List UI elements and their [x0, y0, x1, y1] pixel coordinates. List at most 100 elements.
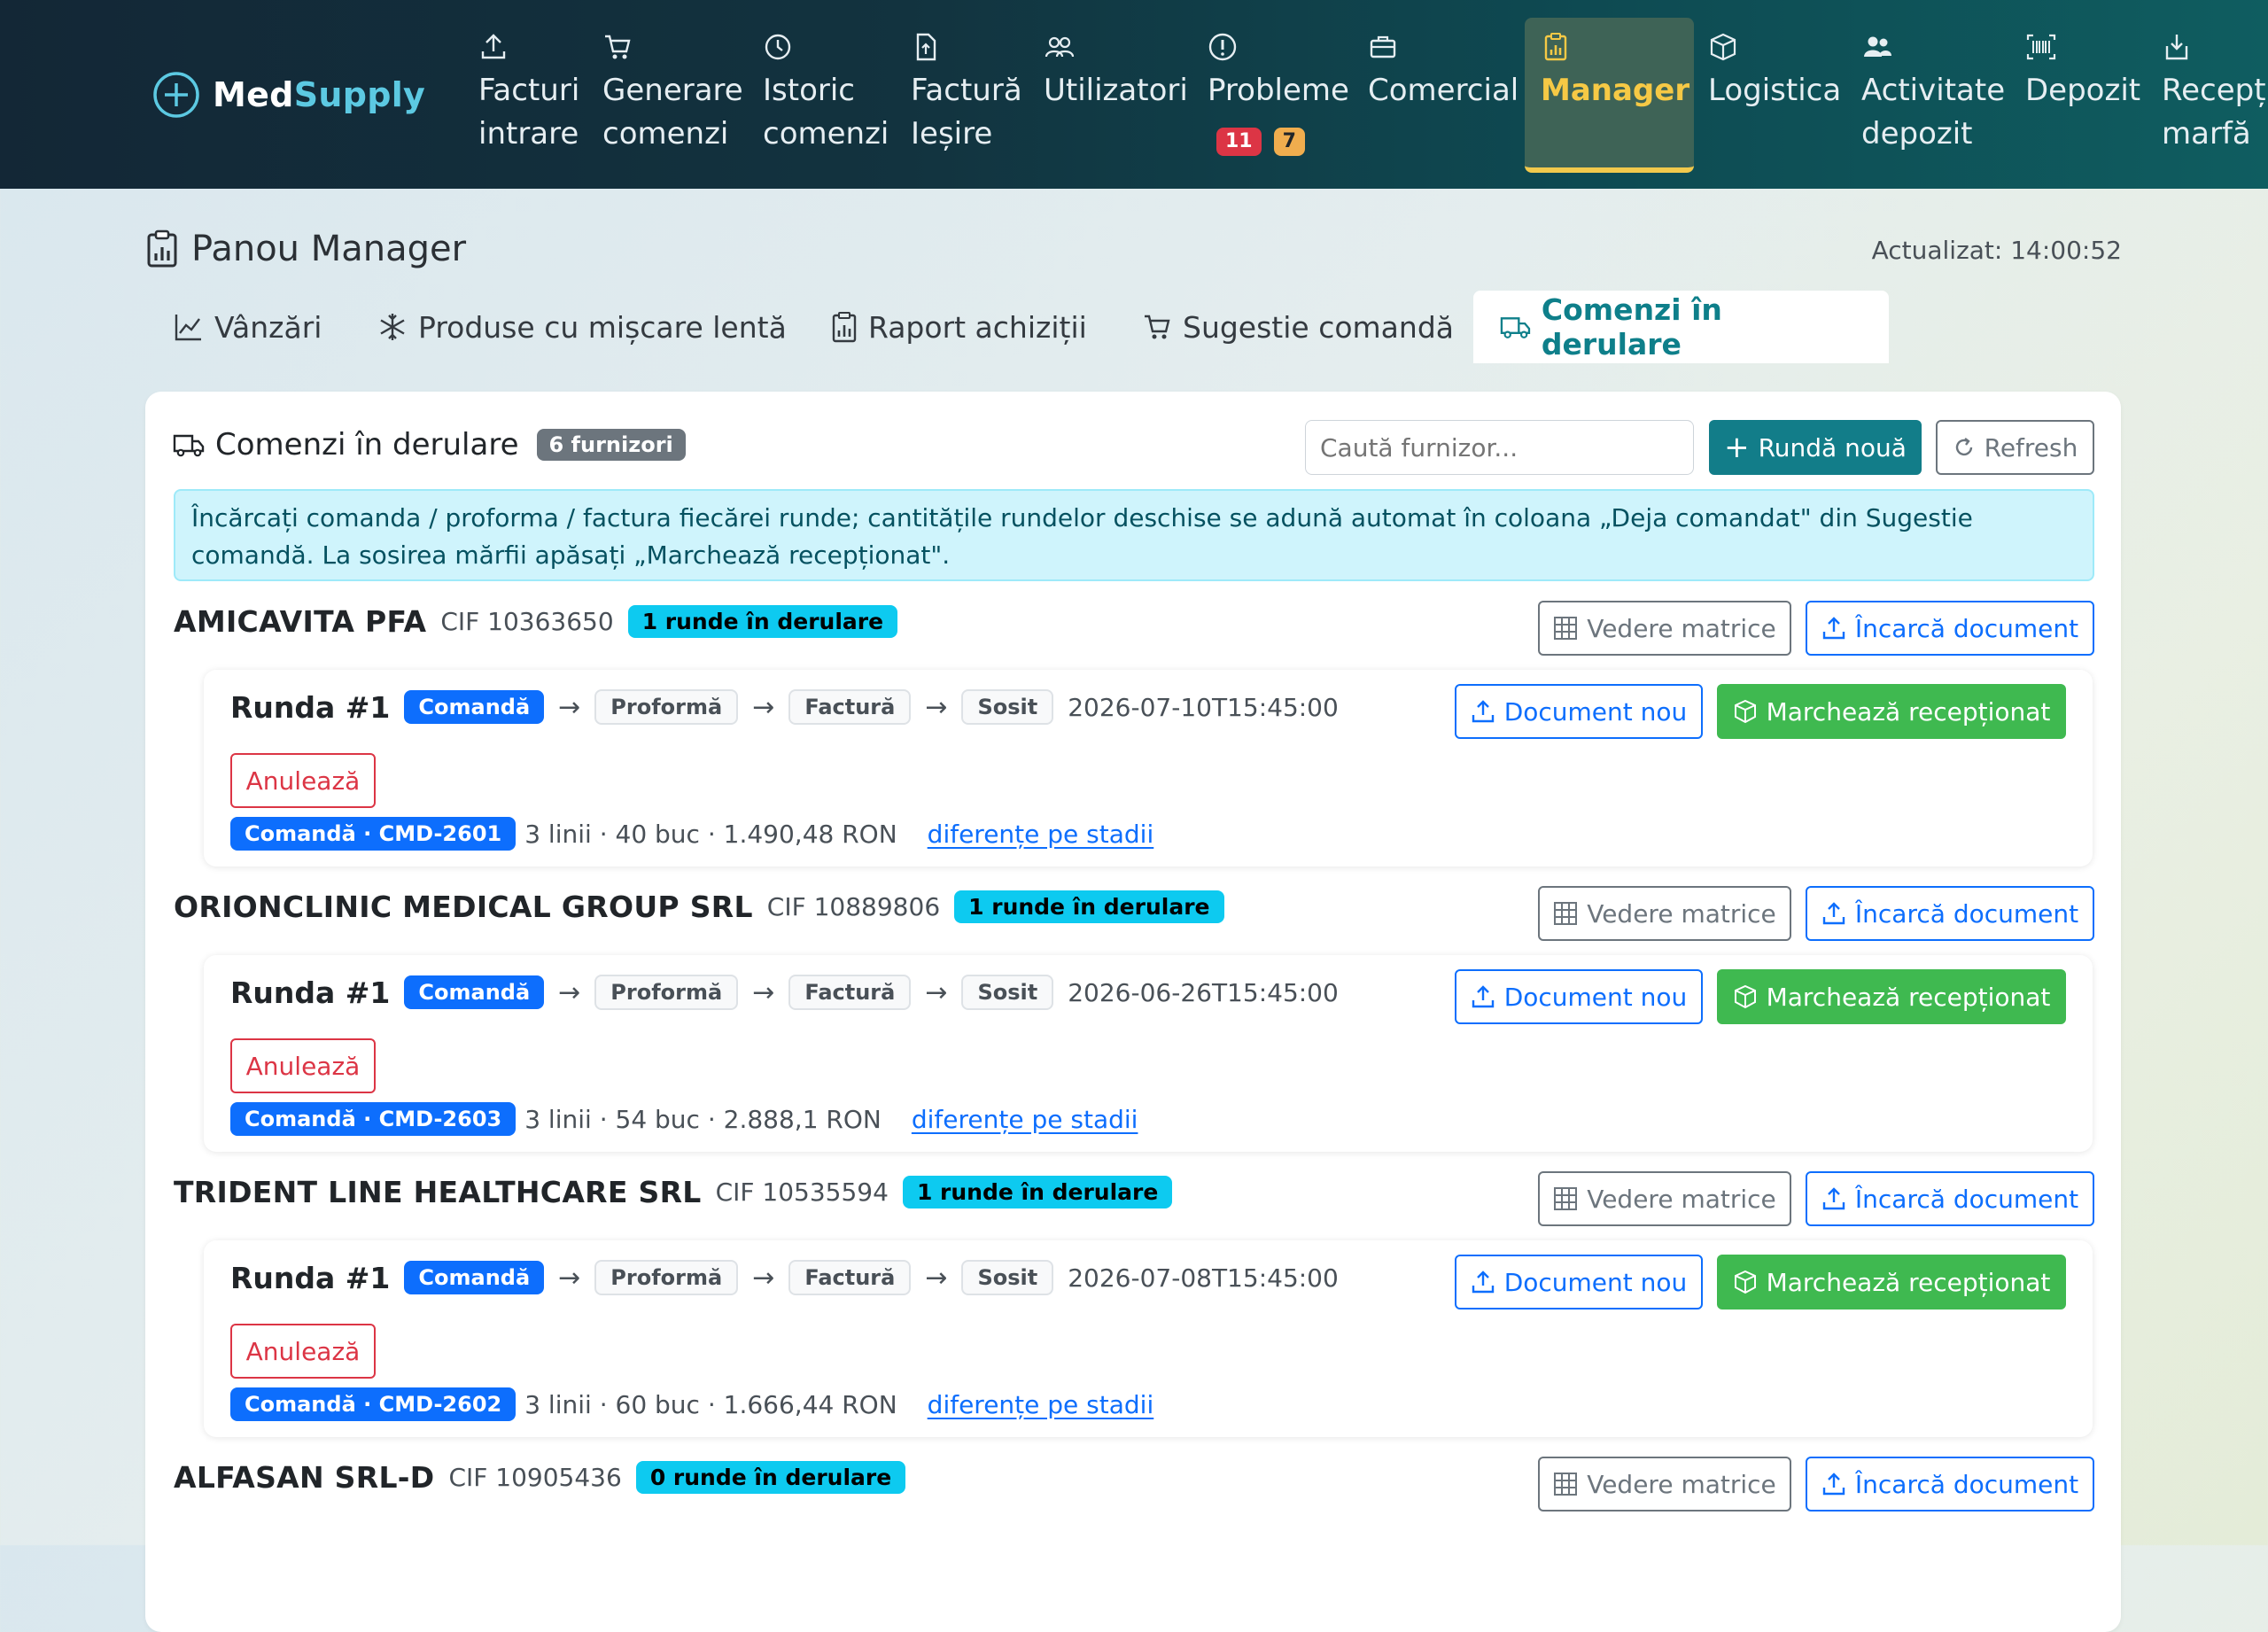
box-icon [1710, 33, 1736, 61]
top-navbar: MedSupply FFacturi intrare Generare come… [0, 0, 2268, 189]
arrow-right-icon: → [925, 976, 948, 1008]
tab-raport-achizitii[interactable]: Raport achiziții [804, 291, 1114, 363]
download-box-icon [2165, 35, 2188, 60]
supplier-cif: CIF 10905436 [448, 1463, 622, 1492]
supplier-name: TRIDENT LINE HEALTHCARE SRL [174, 1175, 702, 1209]
mark-received-button[interactable]: Marchează recepționat [1717, 969, 2066, 1024]
cart-icon [1145, 315, 1170, 339]
grid-table-icon [1554, 617, 1578, 640]
new-round-button[interactable]: + Rundă nouă [1709, 420, 1922, 475]
briefcase-icon [1370, 35, 1396, 58]
grid-table-icon [1554, 902, 1578, 925]
nav-activitate-depozit[interactable]: Activitate depozit [1861, 32, 2005, 156]
round-summary: Comandă · CMD-2603 3 linii · 54 buc · 2.8… [230, 1102, 1138, 1136]
box-icon [1734, 699, 1756, 724]
new-document-button[interactable]: Document nou [1455, 684, 1703, 739]
nav-comercial[interactable]: Comercial [1368, 32, 1518, 113]
users-icon [1045, 36, 1075, 58]
nav-manager[interactable]: Manager [1541, 32, 1689, 113]
round-date: 2026-07-08T15:45:00 [1068, 1263, 1339, 1293]
nav-depozit[interactable]: Depozit [2025, 32, 2140, 113]
refresh-icon [1955, 438, 1972, 456]
nav-generare-comenzi[interactable]: Generare comenzi [602, 32, 743, 156]
cart-icon [605, 35, 631, 59]
clock-icon [765, 34, 791, 60]
upload-document-button[interactable]: Încarcă document [1806, 1457, 2094, 1512]
cancel-round-button[interactable]: Anulează [230, 1324, 376, 1379]
stage-arrived-badge: Sosit [961, 1260, 1054, 1295]
matrix-view-button[interactable]: Vedere matrice [1538, 601, 1791, 656]
arrow-right-icon: → [752, 1262, 775, 1294]
nav-istoric-comenzi[interactable]: Istoric comenzi [763, 32, 889, 156]
nav-probleme[interactable]: Probleme 11 7 [1208, 32, 1349, 159]
upload-document-button[interactable]: Încarcă document [1806, 886, 2094, 941]
nav-utilizatori[interactable]: Utilizatori [1044, 32, 1188, 113]
box-icon [1734, 1270, 1756, 1294]
new-document-button[interactable]: Document nou [1455, 969, 1703, 1024]
mark-received-button[interactable]: Marchează recepționat [1717, 1255, 2066, 1309]
tab-produse-miscare-lenta[interactable]: Produse cu mișcare lentă [351, 291, 813, 363]
plus-icon: + [1724, 430, 1750, 465]
round-totals: 3 linii · 40 buc · 1.490,48 RON [524, 819, 897, 849]
supplier-search-input[interactable] [1305, 420, 1694, 475]
supplier-header: TRIDENT LINE HEALTHCARE SRL CIF 10535594 1… [174, 1175, 1173, 1209]
stage-differences-link[interactable]: diferențe pe stadii [928, 820, 1154, 849]
arrow-right-icon: → [558, 976, 581, 1008]
grid-table-icon [1554, 1473, 1578, 1496]
snowflake-icon [380, 314, 405, 340]
arrow-right-icon: → [558, 1262, 581, 1294]
stage-differences-link[interactable]: diferențe pe stadii [928, 1390, 1154, 1419]
upload-icon [1822, 1187, 1845, 1210]
matrix-view-button[interactable]: Vedere matrice [1538, 1171, 1791, 1226]
alert-circle-icon [1208, 33, 1237, 61]
plus-circle-icon [153, 72, 199, 118]
stage-order-badge: Comandă [404, 1261, 545, 1294]
cancel-round-button[interactable]: Anulează [230, 1038, 376, 1093]
nav-logistica[interactable]: Logistica [1708, 32, 1841, 113]
clipboard-chart-icon [832, 312, 857, 343]
brand-logo[interactable]: MedSupply [152, 71, 425, 119]
stage-proforma-badge: Proformă [594, 975, 739, 1010]
matrix-view-button[interactable]: Vedere matrice [1538, 1457, 1791, 1512]
supplier-name: ALFASAN SRL-D [174, 1460, 435, 1495]
upload-icon [1822, 902, 1845, 925]
upload-icon [1822, 1473, 1845, 1496]
tab-sugestie-comanda[interactable]: Sugestie comandă [1115, 291, 1480, 363]
truck-icon [1500, 317, 1531, 338]
cancel-round-button[interactable]: Anulează [230, 753, 376, 808]
refresh-button[interactable]: Refresh [1936, 420, 2094, 475]
suppliers-count-badge: 6 furnizori [536, 429, 686, 461]
upload-document-button[interactable]: Încarcă document [1806, 1171, 2094, 1226]
round-summary: Comandă · CMD-2602 3 linii · 60 buc · 1.6… [230, 1387, 1153, 1421]
round-title: Runda #1 [230, 975, 391, 1010]
stage-differences-link[interactable]: diferențe pe stadii [912, 1105, 1138, 1134]
rounds-in-progress-badge: 1 runde în derulare [902, 1176, 1173, 1208]
new-document-button[interactable]: Document nou [1455, 1255, 1703, 1309]
matrix-view-button[interactable]: Vedere matrice [1538, 886, 1791, 941]
mark-received-button[interactable]: Marchează recepționat [1717, 684, 2066, 739]
round-totals: 3 linii · 54 buc · 2.888,1 RON [524, 1104, 882, 1134]
stage-proforma-badge: Proformă [594, 689, 739, 725]
upload-icon [1822, 617, 1845, 640]
document-badge: Comandă · CMD-2602 [230, 1387, 517, 1421]
supplier-cif: CIF 10363650 [440, 607, 614, 636]
supplier-name: AMICAVITA PFA [174, 604, 427, 639]
round-stages: Runda #1 Comandă → Proformă → Factură → Sosit 20… [230, 689, 1339, 725]
upload-icon [1472, 985, 1494, 1008]
brand-name: MedSupply [213, 75, 426, 114]
stage-order-badge: Comandă [404, 975, 545, 1009]
upload-document-button[interactable]: Încarcă document [1806, 601, 2094, 656]
nav-factura-iesire[interactable]: Factură Ieșire [911, 32, 1022, 156]
arrow-right-icon: → [925, 1262, 948, 1294]
tab-vanzari[interactable]: Vânzări [147, 291, 348, 363]
stage-order-badge: Comandă [404, 690, 545, 724]
truck-icon [173, 434, 205, 457]
last-updated: Actualizat: 14:00:52 [1871, 236, 2122, 265]
nav-facturi-intrare[interactable]: FFacturi intrare [478, 32, 579, 156]
nav-receptie-marfa[interactable]: Recepți marfă [2162, 32, 2268, 156]
file-arrow-up-icon [916, 33, 936, 61]
supplier-name: ORIONCLINIC MEDICAL GROUP SRL [174, 890, 753, 924]
tab-comenzi-in-derulare[interactable]: Comenzi în derulare [1473, 291, 1889, 363]
upload-icon [481, 34, 506, 59]
card-title: Comenzi în derulare 6 furnizori [173, 427, 686, 462]
